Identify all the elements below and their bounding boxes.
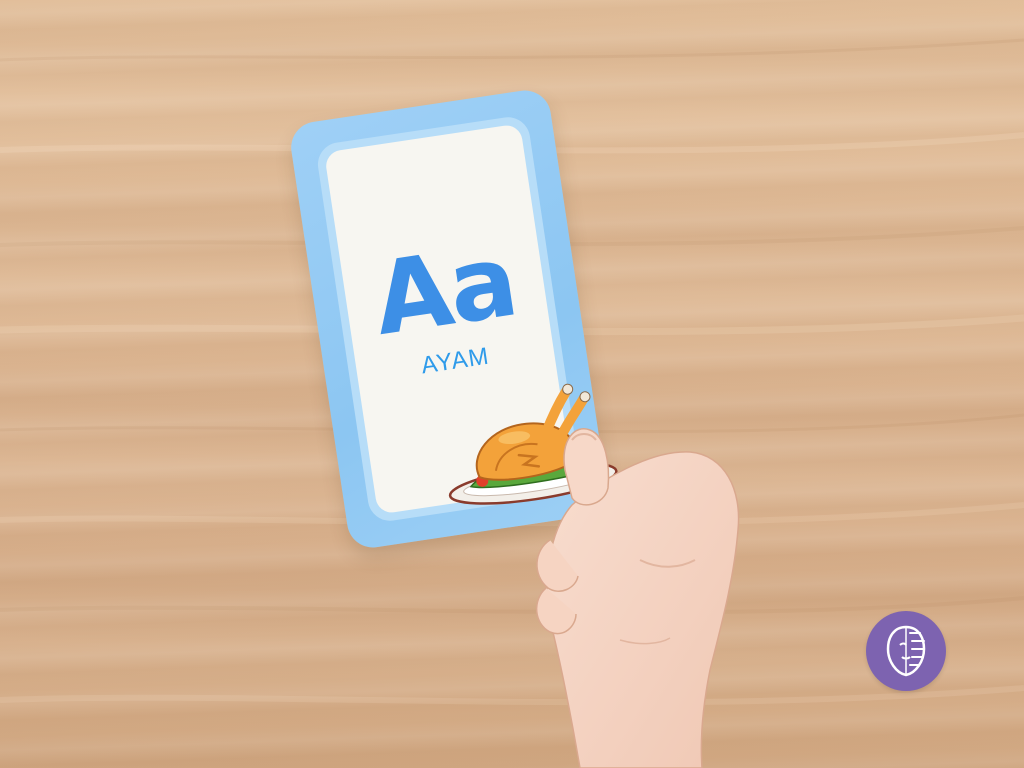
card-letter: Aa [366, 221, 523, 359]
face-logo-icon [886, 625, 926, 677]
child-hand [536, 428, 740, 768]
photo-scene: Aa AYAM [0, 0, 1024, 768]
watermark-logo [866, 611, 946, 691]
